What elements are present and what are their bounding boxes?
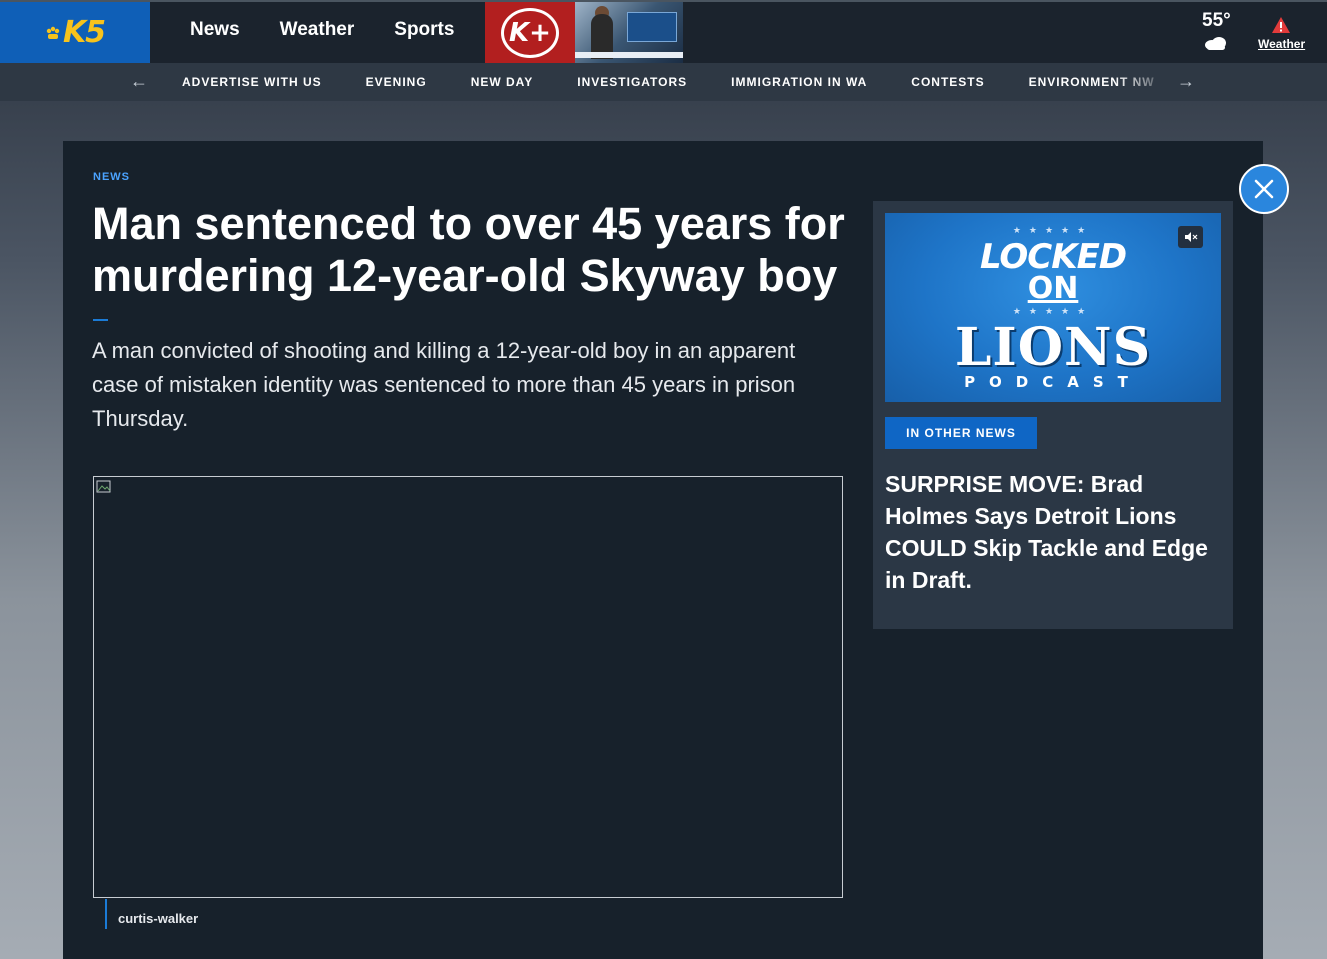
weather-link[interactable]: Weather (1258, 37, 1305, 51)
article-image (93, 476, 843, 898)
video-player[interactable]: ★★★★★ LOCKED ON ★★★★★ LIONS PODCAST (885, 213, 1221, 402)
section-nav-items: ADVERTISE WITH US EVENING NEW DAY INVEST… (182, 75, 1199, 89)
close-button[interactable] (1239, 164, 1289, 214)
section-new-day[interactable]: NEW DAY (471, 75, 534, 89)
peacock-icon (46, 26, 60, 39)
cloud-icon[interactable] (1203, 35, 1229, 51)
top-header: K5 News Weather Sports K+ 55° Weather (0, 0, 1327, 63)
sidebar-headline[interactable]: SURPRISE MOVE: Brad Holmes Says Detroit … (885, 468, 1220, 596)
news-ticker (575, 52, 683, 58)
studio-screen (627, 12, 677, 42)
main-nav: News Weather Sports (190, 19, 494, 41)
section-contests[interactable]: CONTESTS (911, 75, 984, 89)
arrow-right-icon[interactable]: → (1177, 72, 1195, 90)
article-headline: Man sentenced to over 45 years for murde… (92, 198, 845, 301)
speaker-muted-icon (1184, 232, 1197, 242)
podcast-lions-text: LIONS (954, 317, 1152, 378)
section-nav: ← ADVERTISE WITH US EVENING NEW DAY INVE… (0, 63, 1327, 101)
close-icon (1254, 179, 1274, 199)
station-logo[interactable]: K5 (0, 2, 150, 63)
section-investigators[interactable]: INVESTIGATORS (577, 75, 687, 89)
weather-temperature[interactable]: 55° (1202, 10, 1231, 32)
image-caption: curtis-walker (118, 911, 199, 926)
k-plus-button[interactable]: K+ (485, 2, 575, 63)
article-summary: A man convicted of shooting and killing … (92, 338, 796, 431)
broken-image-icon (96, 480, 111, 493)
podcast-on-text: ON (1027, 271, 1079, 306)
in-other-news-tag[interactable]: IN OTHER NEWS (885, 417, 1037, 449)
live-news-thumbnail[interactable] (575, 2, 683, 63)
alert-icon[interactable] (1271, 16, 1291, 34)
nav-news[interactable]: News (190, 19, 240, 41)
headline-divider (93, 319, 108, 321)
podcast-label: PODCAST (964, 373, 1142, 391)
section-evening[interactable]: EVENING (366, 75, 427, 89)
k-plus-logo: K+ (501, 7, 559, 58)
stars-decoration: ★★★★★ (1012, 225, 1094, 235)
section-advertise[interactable]: ADVERTISE WITH US (182, 75, 322, 89)
nav-sports[interactable]: Sports (394, 19, 454, 41)
article-kicker[interactable]: NEWS (93, 171, 130, 183)
stars-decoration-lower: ★★★★★ (1012, 306, 1094, 316)
logo-text: K5 (62, 15, 106, 50)
nav-weather[interactable]: Weather (280, 19, 355, 41)
mute-button[interactable] (1178, 226, 1203, 248)
caption-accent (105, 899, 107, 929)
arrow-left-icon[interactable]: ← (130, 72, 148, 90)
nav-fade (1115, 63, 1170, 101)
section-immigration[interactable]: IMMIGRATION IN WA (731, 75, 867, 89)
